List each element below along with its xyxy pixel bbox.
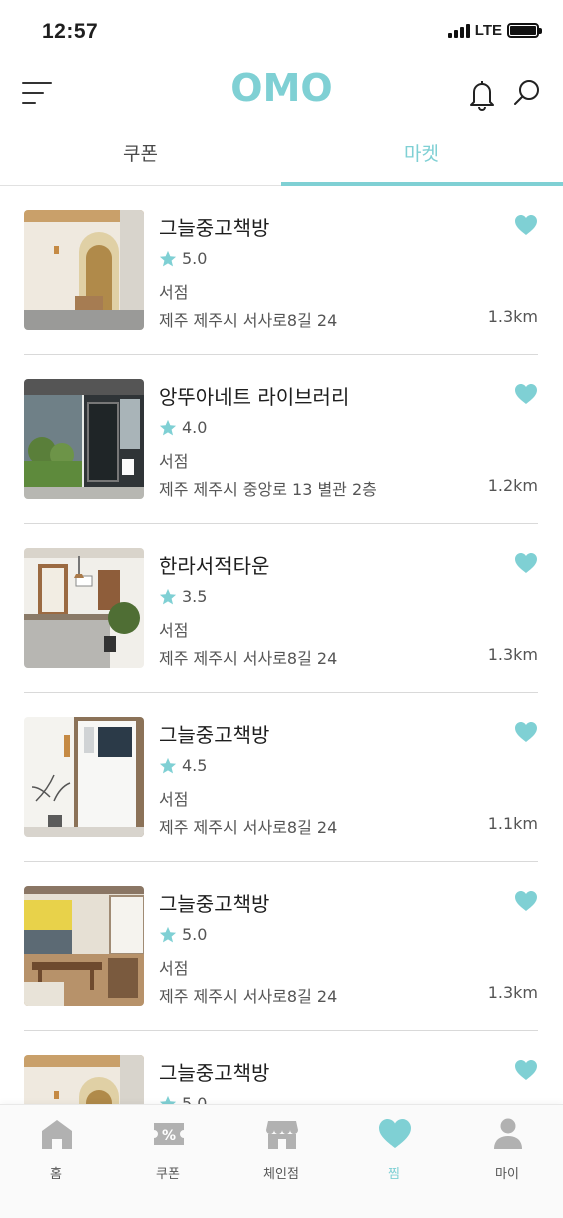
tab-market[interactable]: 마켓 bbox=[281, 128, 562, 186]
store-photo bbox=[24, 1055, 144, 1104]
store-name: 그늘중고책방 bbox=[159, 723, 270, 747]
favorite-heart-icon[interactable] bbox=[514, 552, 538, 574]
nav-label: 찜 bbox=[388, 1167, 400, 1182]
signal-icon bbox=[447, 23, 470, 38]
rating-value: 4.0 bbox=[182, 418, 208, 437]
star-icon bbox=[159, 588, 177, 606]
status-indicators: LTE bbox=[447, 22, 542, 39]
svg-text:%: % bbox=[162, 1128, 176, 1144]
search-icon[interactable] bbox=[512, 78, 542, 110]
store-photo bbox=[24, 886, 144, 1006]
bell-icon[interactable] bbox=[466, 78, 498, 112]
store-rating: 3.5 bbox=[159, 587, 207, 606]
store-address: 제주 제주시 서사로8길 24 bbox=[159, 987, 338, 1006]
store-name: 그늘중고책방 bbox=[159, 216, 270, 240]
rating-value: 5.0 bbox=[182, 1094, 208, 1104]
store-category: 서점 bbox=[159, 621, 189, 640]
store-photo bbox=[24, 379, 144, 499]
list-item[interactable]: 그늘중고책방 5.0 서점 제주 제주시 서사로8길 24 1.3km bbox=[24, 862, 538, 1031]
store-category: 서점 bbox=[159, 790, 189, 809]
favorite-heart-icon[interactable] bbox=[514, 721, 538, 743]
store-category: 서점 bbox=[159, 283, 189, 302]
store-rating: 4.0 bbox=[159, 418, 207, 437]
battery-icon bbox=[507, 23, 542, 38]
favorite-heart-icon[interactable] bbox=[514, 214, 538, 236]
nav-favorites[interactable]: 찜 bbox=[338, 1115, 450, 1185]
store-rating: 5.0 bbox=[159, 249, 207, 268]
home-icon bbox=[42, 1120, 72, 1149]
nav-label: 마이 bbox=[495, 1167, 519, 1182]
nav-label: 홈 bbox=[50, 1167, 62, 1182]
tab-coupon[interactable]: 쿠폰 bbox=[0, 128, 281, 186]
rating-value: 4.5 bbox=[182, 756, 208, 775]
list-item[interactable]: 앙뚜아네트 라이브러리 4.0 서점 제주 제주시 중앙로 13 별관 2층 1… bbox=[24, 355, 538, 524]
star-icon bbox=[159, 757, 177, 775]
store-rating: 5.0 bbox=[159, 925, 207, 944]
store-distance: 1.1km bbox=[487, 814, 538, 833]
favorite-heart-icon[interactable] bbox=[514, 383, 538, 405]
store-distance: 1.3km bbox=[487, 307, 538, 326]
store-address: 제주 제주시 중앙로 13 별관 2층 bbox=[159, 480, 377, 499]
list-item[interactable]: 그늘중고책방 5.0 bbox=[24, 1031, 538, 1104]
nav-label: 체인점 bbox=[263, 1167, 299, 1182]
star-icon bbox=[159, 1095, 177, 1105]
rating-value: 3.5 bbox=[182, 587, 208, 606]
store-distance: 1.2km bbox=[487, 476, 538, 495]
store-name: 한라서적타운 bbox=[159, 554, 270, 578]
network-type: LTE bbox=[474, 22, 502, 39]
status-bar: 12:57 LTE bbox=[0, 0, 563, 62]
rating-value: 5.0 bbox=[182, 249, 208, 268]
nav-home[interactable]: 홈 bbox=[0, 1115, 112, 1185]
status-time: 12:57 bbox=[42, 20, 99, 43]
store-address: 제주 제주시 서사로8길 24 bbox=[159, 818, 338, 837]
list-item[interactable]: 그늘중고책방 4.5 서점 제주 제주시 서사로8길 24 1.1km bbox=[24, 693, 538, 862]
rating-value: 5.0 bbox=[182, 925, 208, 944]
store-address: 제주 제주시 서사로8길 24 bbox=[159, 649, 338, 668]
store-name: 그늘중고책방 bbox=[159, 1061, 270, 1085]
person-icon bbox=[494, 1118, 522, 1149]
store-distance: 1.3km bbox=[487, 983, 538, 1002]
app-header: OMO bbox=[0, 62, 563, 124]
store-name: 앙뚜아네트 라이브러리 bbox=[159, 385, 350, 409]
store-list: 그늘중고책방 5.0 서점 제주 제주시 서사로8길 24 1.3km 앙뚜아네… bbox=[0, 186, 563, 1104]
store-photo bbox=[24, 548, 144, 668]
store-category: 서점 bbox=[159, 452, 189, 471]
star-icon bbox=[159, 250, 177, 268]
store-address: 제주 제주시 서사로8길 24 bbox=[159, 311, 338, 330]
star-icon bbox=[159, 926, 177, 944]
store-name: 그늘중고책방 bbox=[159, 892, 270, 916]
nav-store[interactable]: 체인점 bbox=[225, 1115, 337, 1185]
nav-label: 쿠폰 bbox=[156, 1167, 180, 1182]
heart-icon bbox=[379, 1119, 411, 1148]
store-rating: 5.0 bbox=[159, 1094, 207, 1104]
bottom-nav: 홈 % 쿠폰 체인점 찜 마이 bbox=[0, 1104, 563, 1218]
nav-my[interactable]: 마이 bbox=[451, 1115, 563, 1185]
store-distance: 1.3km bbox=[487, 645, 538, 664]
store-category: 서점 bbox=[159, 959, 189, 978]
list-item[interactable]: 그늘중고책방 5.0 서점 제주 제주시 서사로8길 24 1.3km bbox=[24, 186, 538, 355]
store-photo bbox=[24, 210, 144, 330]
store-icon bbox=[266, 1121, 298, 1149]
star-icon bbox=[159, 419, 177, 437]
tab-bar: 쿠폰 마켓 bbox=[0, 128, 563, 186]
nav-coupon[interactable]: % 쿠폰 bbox=[112, 1115, 224, 1185]
list-item[interactable]: 한라서적타운 3.5 서점 제주 제주시 서사로8길 24 1.3km bbox=[24, 524, 538, 693]
favorite-heart-icon[interactable] bbox=[514, 1059, 538, 1081]
coupon-icon: % bbox=[154, 1123, 184, 1145]
store-photo bbox=[24, 717, 144, 837]
favorite-heart-icon[interactable] bbox=[514, 890, 538, 912]
store-rating: 4.5 bbox=[159, 756, 207, 775]
